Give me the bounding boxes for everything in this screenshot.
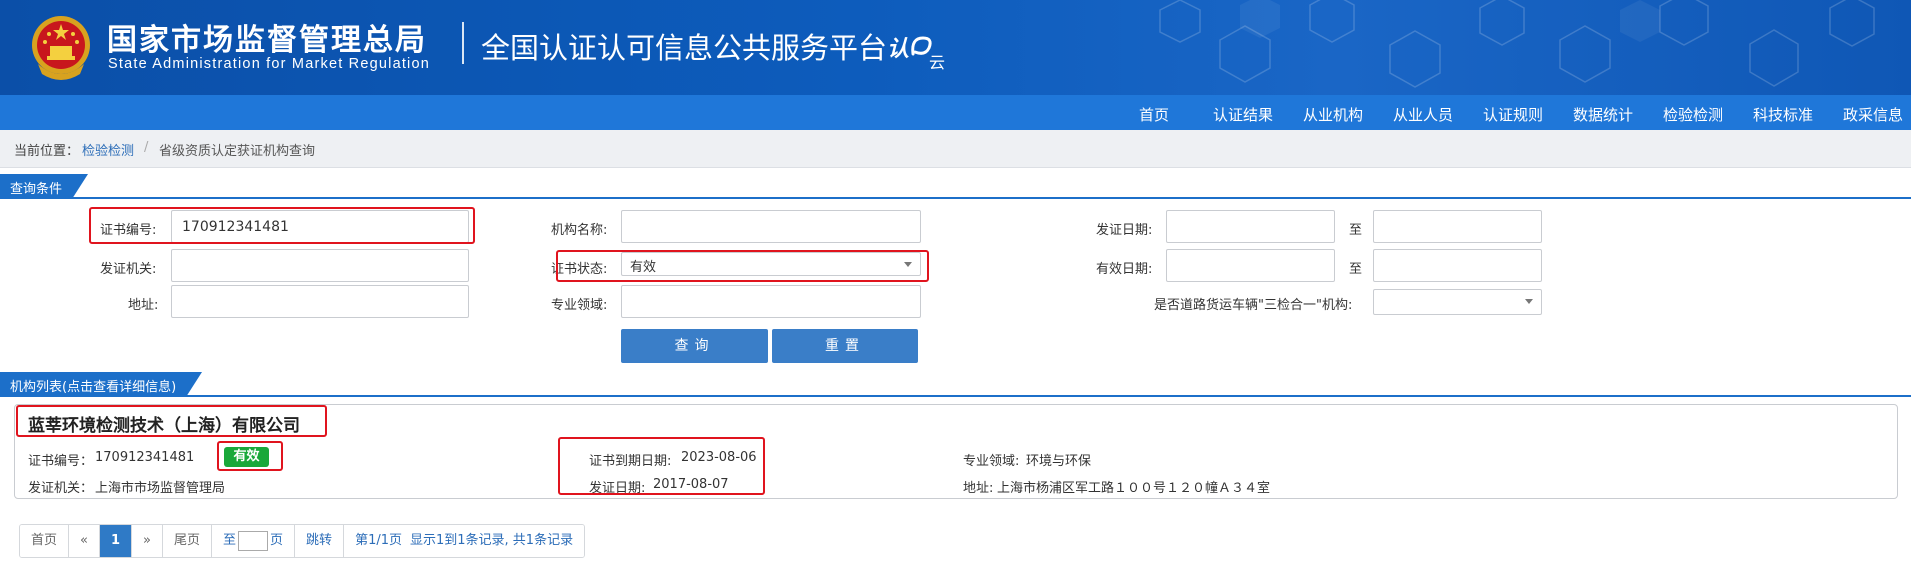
query-section-title: 查询条件 xyxy=(0,174,89,199)
cert-no-input[interactable] xyxy=(171,210,469,243)
result-address: 上海市杨浦区军工路１００号１２０幢Ａ３４室 xyxy=(997,481,1271,496)
cert-status-selected: 有效 xyxy=(630,260,657,275)
agency-title: 国家市场监督管理总局 xyxy=(107,23,427,58)
cert-status-select[interactable]: 有效 xyxy=(621,252,921,276)
results-section-title: 机构列表(点击查看详细信息) xyxy=(0,372,203,397)
page-goto-suffix: 页 xyxy=(270,533,284,548)
pagination: 首页 « 1 » 尾页 至页 跳转 第1/1页 显示1到1条记录, 共1条记录 xyxy=(19,524,586,558)
issue-date-label: 发证日期: xyxy=(1096,223,1153,238)
page-jump-button[interactable]: 跳转 xyxy=(295,525,345,557)
status-badge: 有效 xyxy=(224,447,269,467)
result-issue-date: 2017-08-07 xyxy=(653,477,729,492)
result-field: 环境与环保 xyxy=(1026,454,1092,469)
main-nav: 首页 认证结果 从业机构 从业人员 认证规则 数据统计 检验检测 科技标准 政采… xyxy=(0,95,1911,130)
result-issue-date-label: 发证日期: xyxy=(589,481,646,496)
svg-text:认: 认 xyxy=(887,37,909,62)
breadcrumb-separator: / xyxy=(144,140,149,155)
result-org-name[interactable]: 蓝莘环境检测技术（上海）有限公司 xyxy=(28,411,300,436)
breadcrumb: 当前位置： 检验检测 / 省级资质认定获证机构查询 xyxy=(0,130,1911,168)
issuer-input[interactable] xyxy=(171,249,469,282)
result-field-label: 专业领域: xyxy=(963,454,1020,469)
hexagon-pattern-decoration xyxy=(1159,0,1875,88)
nav-item-personnel[interactable]: 从业人员 xyxy=(1393,104,1453,125)
cert-status-label: 证书状态: xyxy=(551,262,608,277)
page-last[interactable]: 尾页 xyxy=(163,525,213,557)
issue-date-to-label: 至 xyxy=(1349,223,1363,238)
header-divider xyxy=(462,22,464,64)
record-info: 显示1到1条记录, 共1条记录 xyxy=(406,525,585,557)
result-cert-no: 170912341481 xyxy=(95,450,195,465)
valid-date-to-label: 至 xyxy=(1349,262,1363,277)
org-name-label: 机构名称: xyxy=(551,223,608,238)
nav-item-standards[interactable]: 科技标准 xyxy=(1753,104,1813,125)
nav-item-statistics[interactable]: 数据统计 xyxy=(1573,104,1633,125)
page-info: 第1/1页 xyxy=(344,525,406,557)
national-emblem-icon xyxy=(32,16,90,80)
site-header: 国家市场监督管理总局 State Administration for Mark… xyxy=(0,0,1911,95)
renyun-logo: 认 云 xyxy=(887,36,945,72)
result-cert-no-label: 证书编号： xyxy=(28,454,94,469)
cert-no-label: 证书编号: xyxy=(100,223,157,238)
page-first[interactable]: 首页 xyxy=(20,525,70,557)
page-goto-prefix: 至 xyxy=(223,533,237,548)
platform-title: 全国认证认可信息公共服务平台 xyxy=(481,31,888,65)
chevron-down-icon xyxy=(1525,299,1533,304)
svg-text:云: 云 xyxy=(929,53,945,72)
three-in-one-select[interactable] xyxy=(1373,289,1542,315)
issue-date-to-input[interactable] xyxy=(1373,210,1542,243)
breadcrumb-current: 省级资质认定获证机构查询 xyxy=(159,144,316,159)
three-in-one-label: 是否道路货运车辆"三检合一"机构: xyxy=(1154,298,1353,313)
result-issuer: 上海市市场监督管理局 xyxy=(95,481,226,496)
breadcrumb-prefix: 当前位置： xyxy=(14,144,80,159)
search-button[interactable]: 查询 xyxy=(621,329,768,363)
agency-title-english: State Administration for Market Regulati… xyxy=(108,56,431,72)
result-expiry-label: 证书到期日期: xyxy=(589,454,672,469)
nav-item-cert-rules[interactable]: 认证规则 xyxy=(1483,104,1543,125)
page-goto-input[interactable] xyxy=(238,530,269,551)
page-next[interactable]: » xyxy=(132,525,163,557)
chevron-down-icon xyxy=(904,262,912,267)
page-prev[interactable]: « xyxy=(69,525,100,557)
result-issuer-label: 发证机关： xyxy=(28,481,94,496)
results-section-header: 机构列表(点击查看详细信息) xyxy=(0,372,1911,397)
nav-item-inspection[interactable]: 检验检测 xyxy=(1663,104,1723,125)
org-name-input[interactable] xyxy=(621,210,921,243)
breadcrumb-link-inspection[interactable]: 检验检测 xyxy=(82,140,134,159)
nav-item-cert-results[interactable]: 认证结果 xyxy=(1213,104,1273,125)
page-current[interactable]: 1 xyxy=(99,525,133,557)
address-input[interactable] xyxy=(171,285,469,318)
valid-date-to-input[interactable] xyxy=(1373,249,1542,282)
reset-button[interactable]: 重置 xyxy=(772,329,918,363)
field-input[interactable] xyxy=(621,285,921,318)
issue-date-from-input[interactable] xyxy=(1166,210,1335,243)
valid-date-from-input[interactable] xyxy=(1166,249,1335,282)
nav-item-procurement[interactable]: 政采信息 xyxy=(1843,104,1903,125)
issuer-label: 发证机关: xyxy=(100,262,157,277)
address-label: 地址: xyxy=(128,298,159,313)
field-label: 专业领域: xyxy=(551,298,608,313)
result-expiry: 2023-08-06 xyxy=(681,450,757,465)
result-address-label: 地址: xyxy=(963,481,994,496)
valid-date-label: 有效日期: xyxy=(1096,262,1153,277)
page-goto: 至页 xyxy=(212,525,296,557)
nav-item-home[interactable]: 首页 xyxy=(1139,104,1169,125)
nav-item-institutions[interactable]: 从业机构 xyxy=(1303,104,1363,125)
query-section-header: 查询条件 xyxy=(0,174,1911,199)
